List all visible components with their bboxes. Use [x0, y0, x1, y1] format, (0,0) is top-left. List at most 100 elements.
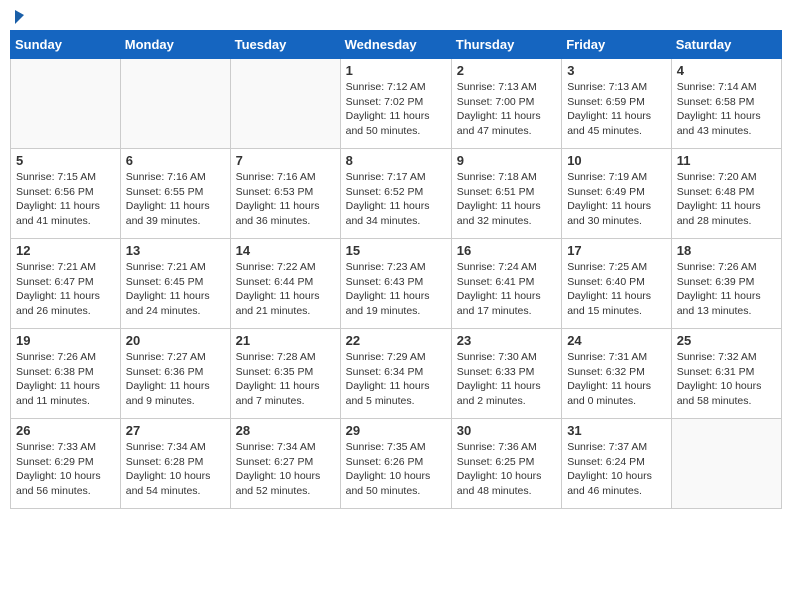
day-info: Sunrise: 7:35 AM Sunset: 6:26 PM Dayligh… — [346, 440, 446, 499]
day-info: Sunrise: 7:34 AM Sunset: 6:28 PM Dayligh… — [126, 440, 225, 499]
calendar-cell: 12Sunrise: 7:21 AM Sunset: 6:47 PM Dayli… — [11, 239, 121, 329]
calendar-cell: 9 Sunrise: 7:18 AM Sunset: 6:51 PM Daylig… — [451, 149, 561, 239]
calendar-header-row: SundayMondayTuesdayWednesdayThursdayFrid… — [11, 31, 782, 59]
calendar-cell: 22 Sunrise: 7:29 AM Sunset: 6:34 PM Dayli… — [340, 329, 451, 419]
day-number: 1 — [346, 63, 446, 78]
calendar-cell: 1 Sunrise: 7:12 AM Sunset: 7:02 PM Daylig… — [340, 59, 451, 149]
day-number: 10 — [567, 153, 666, 168]
calendar-cell: 30 Sunrise: 7:36 AM Sunset: 6:25 PM Dayli… — [451, 419, 561, 509]
day-info: Sunrise: 7:16 AM Sunset: 6:53 PM Dayligh… — [236, 170, 335, 229]
calendar-cell: 16Sunrise: 7:24 AM Sunset: 6:41 PM Dayli… — [451, 239, 561, 329]
calendar-week-row: 12Sunrise: 7:21 AM Sunset: 6:47 PM Dayli… — [11, 239, 782, 329]
day-number: 29 — [346, 423, 446, 438]
calendar-table: SundayMondayTuesdayWednesdayThursdayFrid… — [10, 30, 782, 509]
day-number: 31 — [567, 423, 666, 438]
day-number: 23 — [457, 333, 556, 348]
day-number: 12 — [16, 243, 115, 258]
calendar-week-row: 5Sunrise: 7:15 AM Sunset: 6:56 PM Daylig… — [11, 149, 782, 239]
weekday-header-monday: Monday — [120, 31, 230, 59]
day-info: Sunrise: 7:25 AM Sunset: 6:40 PM Dayligh… — [567, 260, 666, 319]
day-info: Sunrise: 7:30 AM Sunset: 6:33 PM Dayligh… — [457, 350, 556, 409]
day-number: 16 — [457, 243, 556, 258]
calendar-cell: 14Sunrise: 7:22 AM Sunset: 6:44 PM Dayli… — [230, 239, 340, 329]
calendar-cell: 2 Sunrise: 7:13 AM Sunset: 7:00 PM Daylig… — [451, 59, 561, 149]
calendar-cell: 7 Sunrise: 7:16 AM Sunset: 6:53 PM Daylig… — [230, 149, 340, 239]
day-info: Sunrise: 7:16 AM Sunset: 6:55 PM Dayligh… — [126, 170, 225, 229]
day-info: Sunrise: 7:20 AM Sunset: 6:48 PM Dayligh… — [677, 170, 776, 229]
calendar-week-row: 1 Sunrise: 7:12 AM Sunset: 7:02 PM Daylig… — [11, 59, 782, 149]
day-number: 17 — [567, 243, 666, 258]
day-info: Sunrise: 7:15 AM Sunset: 6:56 PM Dayligh… — [16, 170, 115, 229]
day-number: 6 — [126, 153, 225, 168]
day-number: 22 — [346, 333, 446, 348]
day-number: 11 — [677, 153, 776, 168]
calendar-cell: 13 Sunrise: 7:21 AM Sunset: 6:45 PM Dayli… — [120, 239, 230, 329]
page-header — [10, 10, 782, 24]
calendar-cell: 8 Sunrise: 7:17 AM Sunset: 6:52 PM Daylig… — [340, 149, 451, 239]
calendar-week-row: 19 Sunrise: 7:26 AM Sunset: 6:38 PM Dayli… — [11, 329, 782, 419]
weekday-header-friday: Friday — [562, 31, 672, 59]
calendar-cell: 21 Sunrise: 7:28 AM Sunset: 6:35 PM Dayli… — [230, 329, 340, 419]
calendar-cell: 19 Sunrise: 7:26 AM Sunset: 6:38 PM Dayli… — [11, 329, 121, 419]
day-info: Sunrise: 7:28 AM Sunset: 6:35 PM Dayligh… — [236, 350, 335, 409]
calendar-cell: 20 Sunrise: 7:27 AM Sunset: 6:36 PM Dayli… — [120, 329, 230, 419]
calendar-cell — [120, 59, 230, 149]
calendar-cell — [230, 59, 340, 149]
calendar-cell: 26Sunrise: 7:33 AM Sunset: 6:29 PM Dayli… — [11, 419, 121, 509]
weekday-header-thursday: Thursday — [451, 31, 561, 59]
day-info: Sunrise: 7:12 AM Sunset: 7:02 PM Dayligh… — [346, 80, 446, 139]
weekday-header-sunday: Sunday — [11, 31, 121, 59]
day-info: Sunrise: 7:13 AM Sunset: 6:59 PM Dayligh… — [567, 80, 666, 139]
day-info: Sunrise: 7:18 AM Sunset: 6:51 PM Dayligh… — [457, 170, 556, 229]
day-number: 4 — [677, 63, 776, 78]
day-number: 7 — [236, 153, 335, 168]
logo-triangle-icon — [15, 10, 24, 24]
day-number: 24 — [567, 333, 666, 348]
day-info: Sunrise: 7:13 AM Sunset: 7:00 PM Dayligh… — [457, 80, 556, 139]
day-info: Sunrise: 7:36 AM Sunset: 6:25 PM Dayligh… — [457, 440, 556, 499]
day-number: 21 — [236, 333, 335, 348]
day-number: 26 — [16, 423, 115, 438]
day-info: Sunrise: 7:31 AM Sunset: 6:32 PM Dayligh… — [567, 350, 666, 409]
weekday-header-wednesday: Wednesday — [340, 31, 451, 59]
calendar-cell: 23 Sunrise: 7:30 AM Sunset: 6:33 PM Dayli… — [451, 329, 561, 419]
day-info: Sunrise: 7:14 AM Sunset: 6:58 PM Dayligh… — [677, 80, 776, 139]
calendar-cell: 11 Sunrise: 7:20 AM Sunset: 6:48 PM Dayli… — [671, 149, 781, 239]
day-number: 2 — [457, 63, 556, 78]
day-info: Sunrise: 7:26 AM Sunset: 6:38 PM Dayligh… — [16, 350, 115, 409]
day-info: Sunrise: 7:19 AM Sunset: 6:49 PM Dayligh… — [567, 170, 666, 229]
calendar-cell: 27 Sunrise: 7:34 AM Sunset: 6:28 PM Dayli… — [120, 419, 230, 509]
calendar-cell — [671, 419, 781, 509]
day-info: Sunrise: 7:17 AM Sunset: 6:52 PM Dayligh… — [346, 170, 446, 229]
calendar-cell — [11, 59, 121, 149]
day-number: 3 — [567, 63, 666, 78]
day-info: Sunrise: 7:21 AM Sunset: 6:45 PM Dayligh… — [126, 260, 225, 319]
day-number: 18 — [677, 243, 776, 258]
day-number: 25 — [677, 333, 776, 348]
day-info: Sunrise: 7:22 AM Sunset: 6:44 PM Dayligh… — [236, 260, 335, 319]
calendar-cell: 4 Sunrise: 7:14 AM Sunset: 6:58 PM Daylig… — [671, 59, 781, 149]
day-number: 13 — [126, 243, 225, 258]
calendar-cell: 18 Sunrise: 7:26 AM Sunset: 6:39 PM Dayli… — [671, 239, 781, 329]
day-info: Sunrise: 7:29 AM Sunset: 6:34 PM Dayligh… — [346, 350, 446, 409]
day-number: 8 — [346, 153, 446, 168]
day-number: 15 — [346, 243, 446, 258]
day-number: 30 — [457, 423, 556, 438]
day-info: Sunrise: 7:37 AM Sunset: 6:24 PM Dayligh… — [567, 440, 666, 499]
day-number: 27 — [126, 423, 225, 438]
day-info: Sunrise: 7:23 AM Sunset: 6:43 PM Dayligh… — [346, 260, 446, 319]
day-info: Sunrise: 7:26 AM Sunset: 6:39 PM Dayligh… — [677, 260, 776, 319]
day-number: 19 — [16, 333, 115, 348]
calendar-cell: 25Sunrise: 7:32 AM Sunset: 6:31 PM Dayli… — [671, 329, 781, 419]
day-number: 9 — [457, 153, 556, 168]
calendar-cell: 28Sunrise: 7:34 AM Sunset: 6:27 PM Dayli… — [230, 419, 340, 509]
day-number: 28 — [236, 423, 335, 438]
weekday-header-saturday: Saturday — [671, 31, 781, 59]
calendar-cell: 29 Sunrise: 7:35 AM Sunset: 6:26 PM Dayli… — [340, 419, 451, 509]
day-number: 20 — [126, 333, 225, 348]
calendar-cell: 6 Sunrise: 7:16 AM Sunset: 6:55 PM Daylig… — [120, 149, 230, 239]
day-info: Sunrise: 7:27 AM Sunset: 6:36 PM Dayligh… — [126, 350, 225, 409]
calendar-week-row: 26Sunrise: 7:33 AM Sunset: 6:29 PM Dayli… — [11, 419, 782, 509]
weekday-header-tuesday: Tuesday — [230, 31, 340, 59]
calendar-cell: 10 Sunrise: 7:19 AM Sunset: 6:49 PM Dayli… — [562, 149, 672, 239]
